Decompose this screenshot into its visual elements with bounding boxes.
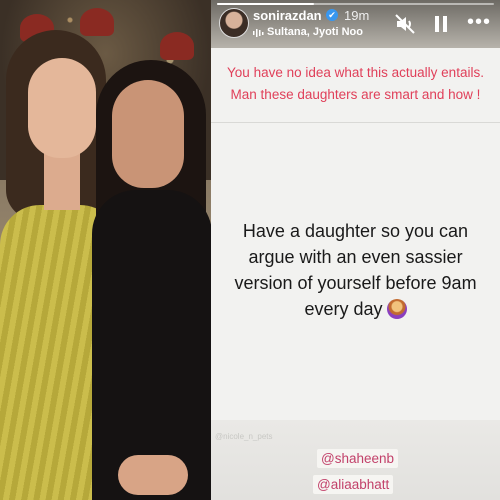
music-label[interactable]: Sultana, Jyoti Noo	[267, 26, 379, 38]
quote-body: Have a daughter so you can argue with an…	[234, 221, 477, 319]
woman-tipping-hand-emoji	[386, 299, 407, 319]
quote-text: Have a daughter so you can argue with an…	[219, 218, 492, 322]
person-right-face	[112, 80, 184, 188]
story-photo	[0, 0, 211, 500]
speaker-muted-icon[interactable]	[393, 12, 417, 36]
hand	[118, 455, 188, 495]
story-progress-fill	[217, 3, 314, 5]
caption-text: You have no idea what this actually enta…	[215, 62, 496, 106]
username[interactable]: sonirazdan	[253, 8, 322, 23]
divider	[211, 122, 500, 123]
story-header: sonirazdan ✔ 19m Sultana, Jyoti Noo •••	[211, 0, 500, 48]
verified-badge-icon: ✔	[326, 9, 338, 21]
caption-line-1: You have no idea what this actually enta…	[227, 65, 484, 80]
more-dots-icon[interactable]: •••	[465, 12, 493, 36]
pause-icon[interactable]	[429, 12, 453, 36]
post-time: 19m	[344, 8, 370, 23]
mention-aliaabhatt[interactable]: @aliaabhatt	[313, 475, 394, 494]
person-left-face	[28, 58, 96, 158]
mention-shaheenb[interactable]: @shaheenb	[317, 449, 399, 468]
person-left-neck	[44, 150, 80, 210]
story-progress-bar	[217, 3, 494, 5]
story-panel[interactable]: sonirazdan ✔ 19m Sultana, Jyoti Noo ••• …	[211, 0, 500, 500]
caption-line-2: Man these daughters are smart and how !	[230, 87, 481, 102]
music-note-icon	[253, 29, 264, 37]
person-right-body	[92, 190, 211, 500]
watermark: @nicole_n_pets	[215, 432, 273, 441]
profile-avatar[interactable]	[219, 8, 249, 38]
